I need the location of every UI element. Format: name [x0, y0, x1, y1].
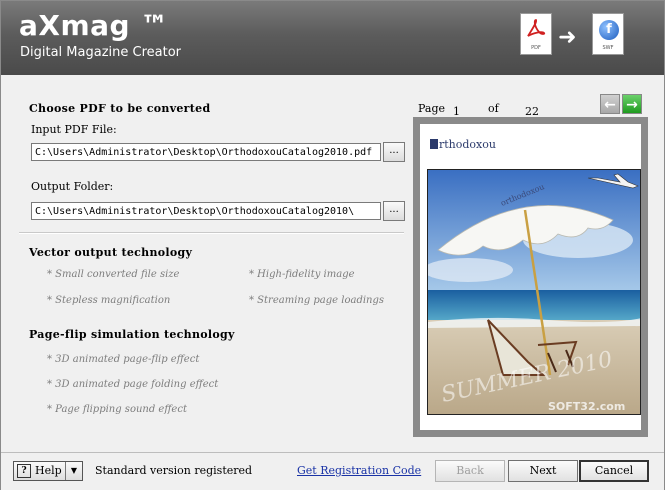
- feature-streaming-loading: * Streaming page loadings: [249, 295, 385, 306]
- help-button[interactable]: ? Help ▼: [13, 461, 83, 481]
- help-icon: ?: [17, 464, 31, 478]
- feature-page-folding: * 3D animated page folding effect: [47, 379, 219, 390]
- browse-input-button[interactable]: ...: [383, 142, 405, 162]
- input-file-field[interactable]: C:\Users\Administrator\Desktop\Orthodoxo…: [31, 143, 381, 161]
- next-button[interactable]: Next: [508, 460, 578, 482]
- prev-page-button[interactable]: ←: [600, 94, 620, 114]
- registration-status: Standard version registered: [95, 464, 253, 477]
- pdf-document-icon: PDF: [520, 13, 552, 55]
- page-preview-frame: rthodoxou orthodoxou SUMMER 2010 SOFT32.…: [413, 117, 648, 437]
- app-brand: aXmag ™: [19, 9, 169, 42]
- feature-high-fidelity: * High-fidelity image: [249, 269, 355, 280]
- page-label: Page: [418, 102, 446, 115]
- feature-flip-sound: * Page flipping sound effect: [47, 404, 187, 415]
- pageflip-section-title: Page-flip simulation technology: [29, 328, 235, 341]
- arrow-left-icon: ←: [604, 97, 616, 113]
- magazine-logo: rthodoxou: [430, 138, 496, 151]
- watermark-text: SOFT32.com: [548, 400, 625, 413]
- swf-label: SWF: [602, 45, 614, 51]
- browse-output-button[interactable]: ...: [383, 201, 405, 221]
- app-window: aXmag ™ Digital Magazine Creator PDF ➜ f…: [0, 0, 665, 490]
- cancel-button[interactable]: Cancel: [579, 460, 649, 482]
- beach-photo: orthodoxou SUMMER 2010 SOFT32.com: [427, 169, 641, 415]
- conversion-graphic: PDF ➜ f SWF: [520, 13, 630, 63]
- flash-icon: f: [599, 20, 619, 40]
- magazine-page: rthodoxou orthodoxou SUMMER 2010 SOFT32.…: [420, 124, 641, 430]
- convert-section-title: Choose PDF to be converted: [29, 102, 211, 115]
- output-folder-label: Output Folder:: [31, 180, 114, 193]
- footer-bar: ? Help ▼ Standard version registered Get…: [1, 452, 664, 490]
- pdf-label: PDF: [531, 45, 541, 51]
- help-label: Help: [35, 464, 62, 477]
- acrobat-icon: [527, 19, 546, 37]
- header-banner: aXmag ™ Digital Magazine Creator PDF ➜ f…: [1, 1, 664, 75]
- arrow-right-icon: ➜: [558, 25, 577, 50]
- feature-small-file-size: * Small converted file size: [47, 269, 180, 280]
- logo-mark-icon: [430, 139, 438, 149]
- back-button[interactable]: Back: [435, 460, 505, 482]
- get-registration-code-link[interactable]: Get Registration Code: [297, 464, 421, 477]
- feature-stepless-magnification: * Stepless magnification: [47, 295, 171, 306]
- beach-scene-image: orthodoxou SUMMER 2010 SOFT32.com: [428, 170, 640, 414]
- app-subtitle: Digital Magazine Creator: [20, 45, 181, 60]
- feature-pageflip-effect: * 3D animated page-flip effect: [47, 354, 200, 365]
- section-divider: [19, 232, 404, 234]
- chevron-down-icon[interactable]: ▼: [65, 462, 82, 480]
- of-label: of: [488, 102, 499, 115]
- arrow-right-icon: →: [626, 97, 638, 113]
- vector-section-title: Vector output technology: [29, 246, 193, 259]
- output-folder-field[interactable]: C:\Users\Administrator\Desktop\Orthodoxo…: [31, 202, 381, 220]
- input-file-label: Input PDF File:: [31, 123, 117, 136]
- next-page-button[interactable]: →: [622, 94, 642, 114]
- swf-document-icon: f SWF: [592, 13, 624, 55]
